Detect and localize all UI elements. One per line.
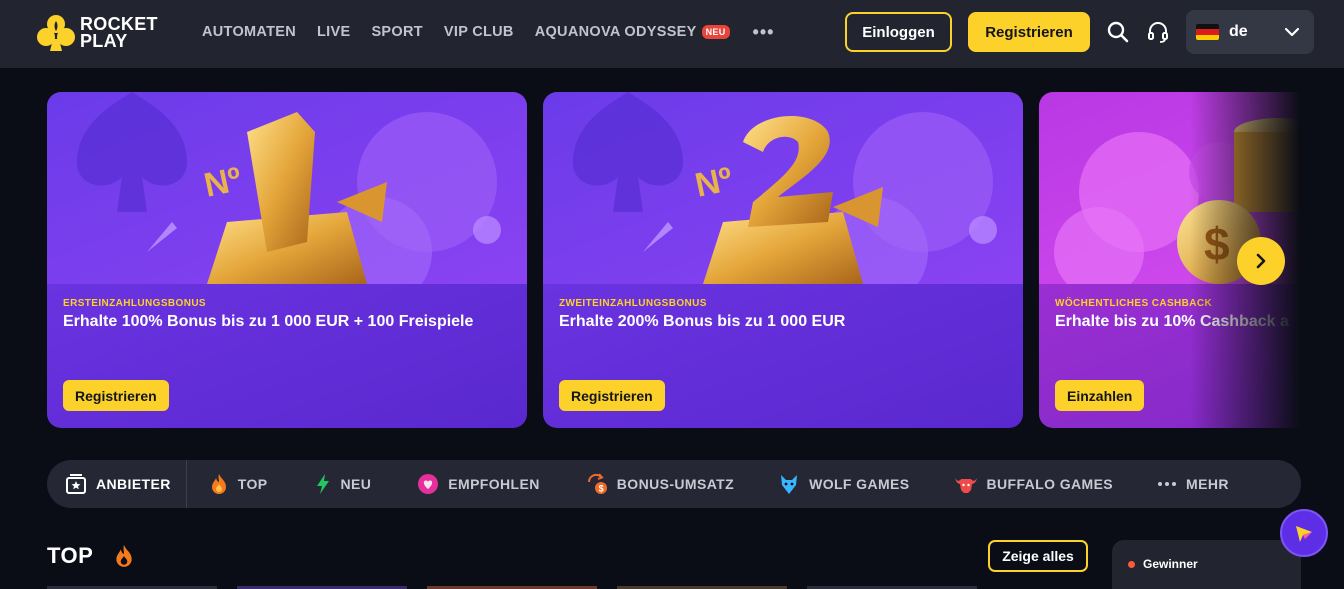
promo-headline: Erhalte 200% Bonus bis zu 1 000 EUR xyxy=(559,313,846,330)
category-providers[interactable]: ANBIETER xyxy=(47,460,187,508)
nav-label: LIVE xyxy=(317,24,351,40)
nav-vip-club[interactable]: VIP CLUB xyxy=(444,24,514,40)
promo-card-second-deposit[interactable]: Nº ZWEITEINZAHLUNGSBONUS Erhalte 200% Bo… xyxy=(543,92,1023,428)
bonus-cycle-icon: $ xyxy=(587,473,607,494)
promo-kicker: ZWEITEINZAHLUNGSBONUS xyxy=(559,298,707,309)
promo-headline: Erhalte bis zu 10% Cashback a xyxy=(1055,313,1289,330)
chevron-down-icon xyxy=(1284,27,1300,37)
main-nav: AUTOMATEN LIVE SPORT VIP CLUB AQUANOVA O… xyxy=(202,0,774,64)
winners-label: Gewinner xyxy=(1143,557,1198,571)
nav-live[interactable]: LIVE xyxy=(317,24,350,40)
category-label: WOLF GAMES xyxy=(809,476,910,492)
nav-sport[interactable]: SPORT xyxy=(371,24,422,40)
promo-register-button[interactable]: Registrieren xyxy=(559,380,665,411)
search-icon[interactable] xyxy=(1106,20,1130,44)
category-label: BONUS-UMSATZ xyxy=(616,476,735,492)
register-button[interactable]: Registrieren xyxy=(968,12,1090,52)
flame-icon xyxy=(116,545,132,567)
svg-text:$: $ xyxy=(598,484,603,494)
promo-carousel: Nº ERSTEINZAHLUNGSBONUS Erhalte 100% Bon… xyxy=(47,92,1300,428)
category-bonus-wagering[interactable]: $ BONUS-UMSATZ xyxy=(586,460,734,508)
category-label: EMPFOHLEN xyxy=(448,476,540,492)
category-recommended[interactable]: EMPFOHLEN xyxy=(417,460,540,508)
category-label: NEU xyxy=(340,476,372,492)
nav-label: SPORT xyxy=(371,24,423,40)
play-chat-icon xyxy=(1296,526,1312,542)
language-selector[interactable]: de xyxy=(1186,10,1314,54)
chat-launcher-button[interactable] xyxy=(1280,509,1328,557)
category-new[interactable]: NEU xyxy=(314,460,372,508)
category-label: TOP xyxy=(237,476,268,492)
nav-label: AQUANOVA ODYSSEY xyxy=(534,24,697,40)
category-bar: ANBIETER TOP NEU EMPFOHLEN $ BONUS-UMSAT… xyxy=(47,460,1301,508)
category-label: BUFFALO GAMES xyxy=(986,476,1114,492)
provider-star-icon xyxy=(66,474,86,494)
more-dots-icon xyxy=(1158,482,1177,486)
heart-icon xyxy=(418,474,439,494)
top-header: ROCKET PLAY AUTOMATEN LIVE SPORT VIP CLU… xyxy=(0,0,1344,68)
clover-logo-icon xyxy=(37,15,75,51)
wolf-icon xyxy=(781,475,798,494)
nav-automaten[interactable]: AUTOMATEN xyxy=(202,24,296,40)
number-one-trophy-art: Nº xyxy=(47,92,527,284)
login-button[interactable]: Einloggen xyxy=(845,12,952,52)
flame-icon xyxy=(211,474,226,494)
nav-label: AUTOMATEN xyxy=(202,24,296,40)
winners-panel[interactable]: Gewinner xyxy=(1112,540,1301,589)
chevron-right-icon xyxy=(1256,253,1266,269)
headset-icon[interactable] xyxy=(1146,20,1170,44)
germany-flag-icon xyxy=(1196,24,1219,40)
category-wolf-games[interactable]: WOLF GAMES xyxy=(778,460,909,508)
nav-aquanova-odyssey[interactable]: AQUANOVA ODYSSEY NEU xyxy=(535,24,730,40)
buffalo-icon xyxy=(954,478,977,493)
nav-more-button[interactable]: ••• xyxy=(753,22,775,43)
promo-kicker: WÖCHENTLICHES CASHBACK xyxy=(1055,298,1213,309)
svg-text:Nº: Nº xyxy=(201,160,245,205)
new-badge: NEU xyxy=(701,25,730,39)
promo-deposit-button[interactable]: Einzahlen xyxy=(1055,380,1145,411)
logo-line-2: PLAY xyxy=(80,31,128,51)
section-title: TOP xyxy=(47,543,94,568)
svg-text:$: $ xyxy=(1204,218,1230,270)
category-label: ANBIETER xyxy=(96,476,171,492)
category-label: MEHR xyxy=(1186,476,1229,492)
promo-kicker: ERSTEINZAHLUNGSBONUS xyxy=(63,298,207,309)
promo-card-first-deposit[interactable]: Nº ERSTEINZAHLUNGSBONUS Erhalte 100% Bon… xyxy=(47,92,527,428)
rocketplay-logo[interactable]: ROCKET PLAY xyxy=(36,13,158,53)
show-all-button[interactable]: Zeige alles xyxy=(988,540,1088,572)
promo-headline: Erhalte 100% Bonus bis zu 1 000 EUR + 10… xyxy=(63,313,474,330)
category-buffalo-games[interactable]: BUFFALO GAMES xyxy=(954,460,1114,508)
language-code: de xyxy=(1229,23,1248,40)
lightning-icon xyxy=(316,474,329,494)
carousel-next-button[interactable] xyxy=(1237,237,1285,285)
live-dot xyxy=(1128,561,1135,568)
category-top[interactable]: TOP xyxy=(209,460,268,508)
nav-label: VIP CLUB xyxy=(443,24,514,40)
logo-wordmark: ROCKET PLAY xyxy=(80,15,158,51)
category-more[interactable]: MEHR xyxy=(1157,460,1229,508)
number-two-trophy-art: Nº xyxy=(543,92,1023,284)
promo-register-button[interactable]: Registrieren xyxy=(63,380,169,411)
svg-text:Nº: Nº xyxy=(692,160,736,205)
